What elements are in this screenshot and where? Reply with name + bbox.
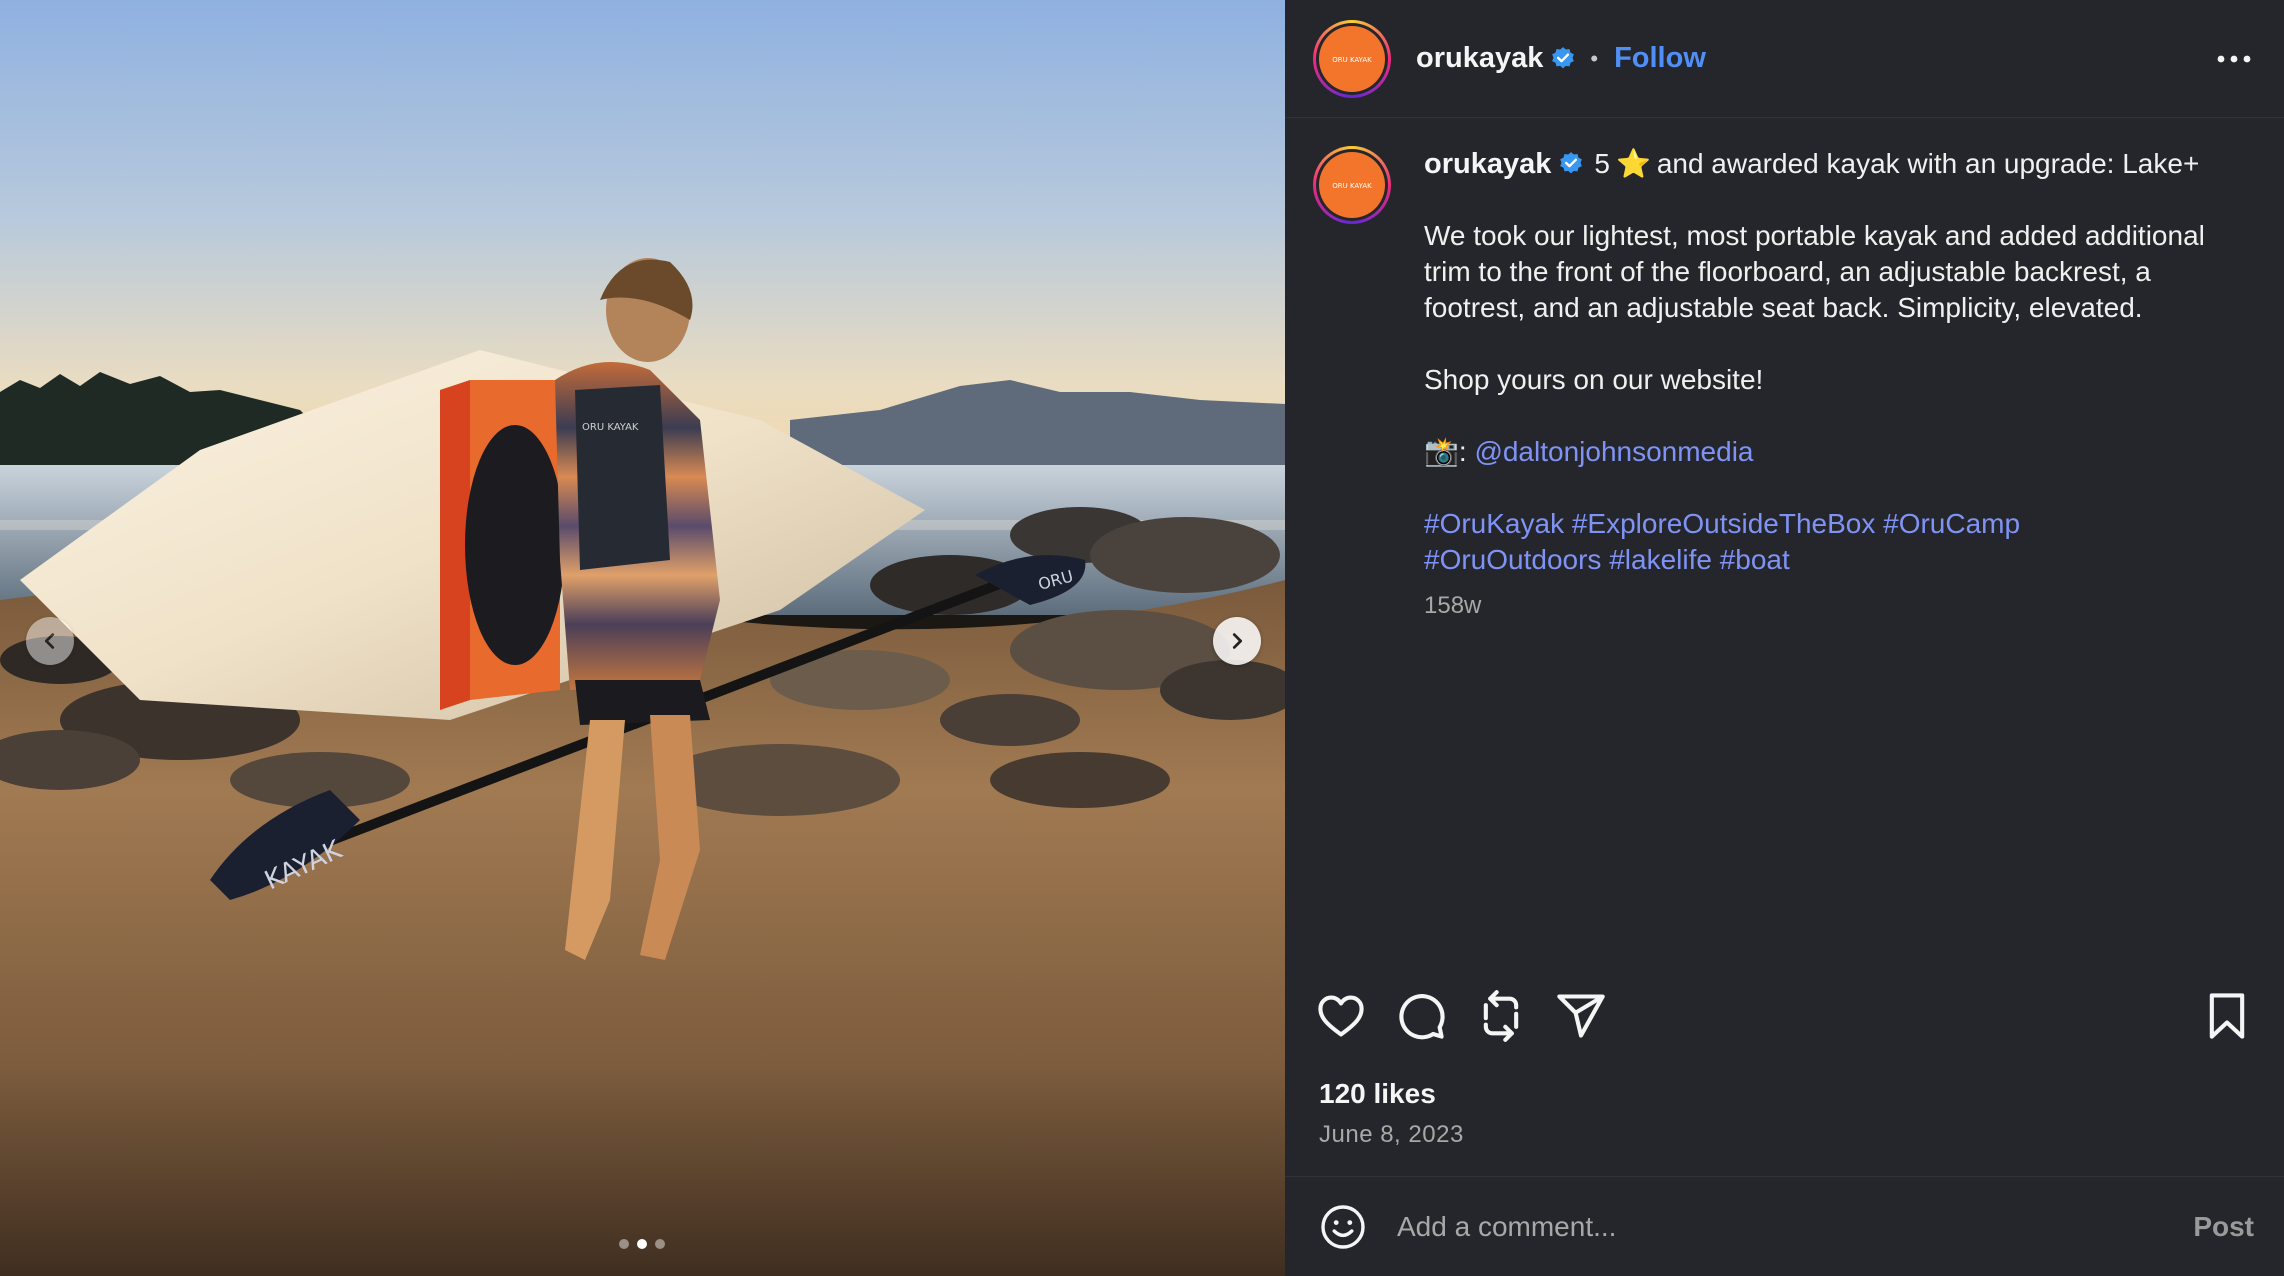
caption-body: orukayak 5 ⭐ and awarded kayak with an u… — [1424, 146, 2224, 624]
avatar-logo: ORU KAYAK — [1319, 25, 1385, 92]
oru-logo-icon: ORU KAYAK — [1332, 56, 1372, 64]
caption-first-text: and awarded kayak with an upgrade: Lake+ — [1656, 148, 2200, 179]
caption-username[interactable]: orukayak — [1424, 146, 1551, 182]
carousel-next-button[interactable] — [1213, 617, 1261, 665]
post-header: ORU KAYAK orukayak • Follow — [1285, 0, 2284, 118]
carousel-dot — [655, 1239, 665, 1249]
post-comment-button[interactable]: Post — [2193, 1211, 2254, 1243]
post-actions — [1285, 990, 2284, 1052]
camera-emoji-icon: 📸: — [1424, 436, 1467, 467]
carousel-indicator — [619, 1239, 665, 1249]
carousel-prev-button[interactable] — [26, 617, 74, 665]
hashtags-line[interactable]: #OruKayak #ExploreOutsideTheBox #OruCamp — [1424, 506, 2224, 542]
avatar-logo-text: ORU KAYAK — [1332, 182, 1372, 190]
caption-photo-credit: 📸: @daltonjohnsonmedia — [1424, 434, 2224, 470]
caption-paragraph-shop: Shop yours on our website! — [1424, 364, 1764, 395]
avatar-ring-inner: ORU KAYAK — [1316, 22, 1388, 95]
caption-author-avatar[interactable]: ORU KAYAK — [1313, 146, 1391, 224]
post-caption: ORU KAYAK orukayak 5 ⭐ and awarded kayak… — [1285, 118, 2284, 624]
repost-icon[interactable] — [1475, 990, 1527, 1042]
more-options-icon — [2217, 55, 2251, 62]
more-options-button[interactable] — [2214, 47, 2254, 71]
bookmark-icon[interactable] — [2201, 990, 2253, 1042]
post-age[interactable]: 158w — [1424, 588, 2224, 624]
post-date: June 8, 2023 — [1319, 1121, 1464, 1148]
hashtags-line[interactable]: #OruOutdoors #lakelife #boat — [1424, 542, 2224, 578]
post-media[interactable]: KAYAK ORU ORU KAYAK — [0, 0, 1285, 1276]
carousel-dot — [619, 1239, 629, 1249]
likes-count[interactable]: 120 likes — [1319, 1078, 1436, 1110]
chevron-right-icon — [1232, 633, 1243, 649]
avatar-ring-inner: ORU KAYAK — [1316, 149, 1388, 221]
share-icon[interactable] — [1555, 990, 1607, 1042]
caption-hashtags: #OruKayak #ExploreOutsideTheBox #OruCamp… — [1424, 506, 2224, 578]
author-username[interactable]: orukayak — [1416, 42, 1543, 75]
caption-first-line: orukayak 5 ⭐ and awarded kayak with an u… — [1424, 146, 2224, 182]
vest-logo-text: ORU KAYAK — [582, 422, 639, 433]
verified-badge-icon — [1552, 46, 1575, 68]
star-emoji-icon: ⭐ — [1615, 148, 1651, 179]
comment-bar: Post — [1285, 1176, 2284, 1276]
follow-button[interactable]: Follow — [1614, 42, 1706, 75]
oru-logo-icon: ORU KAYAK — [1332, 182, 1372, 190]
instagram-post: KAYAK ORU ORU KAYAK ORU KAYAK orukayak •… — [0, 0, 2284, 1276]
post-side-panel: ORU KAYAK orukayak • Follow ORU KAYAK or… — [1285, 0, 2284, 1276]
heart-icon[interactable] — [1315, 990, 1367, 1042]
avatar-logo-text: ORU KAYAK — [1332, 56, 1372, 64]
comment-input[interactable] — [1395, 1209, 2194, 1244]
carousel-dot-active — [637, 1239, 647, 1249]
post-photo: KAYAK ORU ORU KAYAK — [0, 0, 1285, 1276]
verified-badge-icon — [1560, 152, 1583, 174]
emoji-icon[interactable] — [1319, 1203, 1367, 1251]
caption-paragraph-description: We took our lightest, most portable kaya… — [1424, 220, 2205, 323]
caption-rating-number: 5 — [1594, 148, 1610, 179]
chevron-left-icon — [44, 633, 55, 649]
author-avatar[interactable]: ORU KAYAK — [1313, 19, 1391, 98]
header-separator: • — [1590, 45, 1599, 71]
comment-icon[interactable] — [1395, 990, 1447, 1042]
mention-link[interactable]: @daltonjohnsonmedia — [1474, 436, 1753, 467]
avatar-logo: ORU KAYAK — [1319, 152, 1385, 218]
